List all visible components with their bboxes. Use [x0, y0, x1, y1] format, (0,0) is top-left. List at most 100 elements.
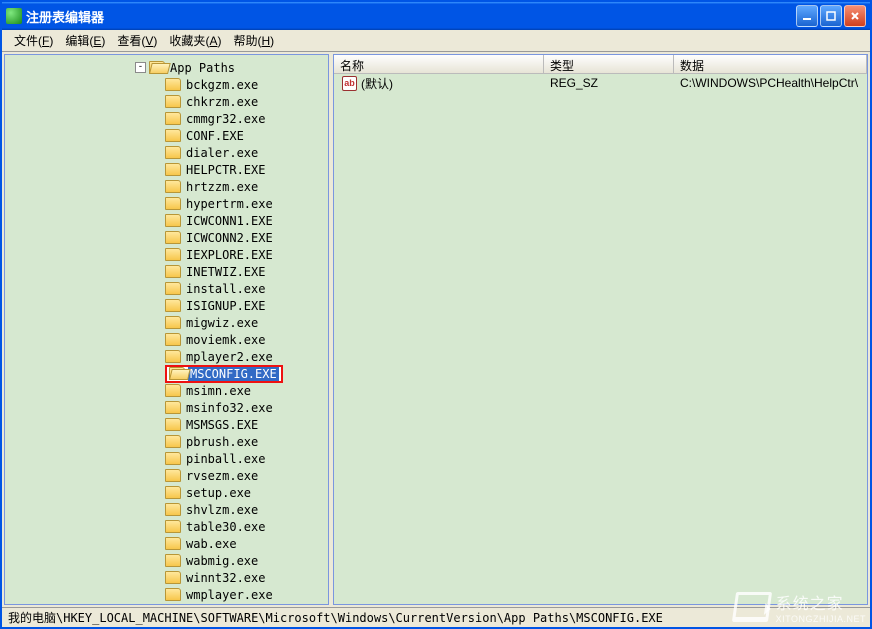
minimize-button[interactable] [796, 5, 818, 27]
tree-node[interactable]: pinball.exe [5, 450, 328, 467]
tree-label: wab.exe [184, 537, 239, 551]
tree-label: HELPCTR.EXE [184, 163, 267, 177]
folder-icon [165, 129, 181, 142]
tree-node[interactable]: chkrzm.exe [5, 93, 328, 110]
tree-node[interactable]: winnt32.exe [5, 569, 328, 586]
folder-icon [165, 95, 181, 108]
tree-label: ICWCONN1.EXE [184, 214, 275, 228]
tree-node[interactable]: ICWCONN2.EXE [5, 229, 328, 246]
tree-node[interactable]: hypertrm.exe [5, 195, 328, 212]
tree-label: msinfo32.exe [184, 401, 275, 415]
tree-label: rvsezm.exe [184, 469, 260, 483]
folder-icon [165, 537, 181, 550]
tree-node[interactable]: MSMSGS.EXE [5, 416, 328, 433]
folder-icon [165, 384, 181, 397]
menu-favorites[interactable]: 收藏夹(A) [163, 30, 227, 51]
collapse-icon[interactable]: - [135, 62, 146, 73]
tree-node[interactable]: CONF.EXE [5, 127, 328, 144]
folder-icon [165, 350, 181, 363]
tree-node[interactable]: INETWIZ.EXE [5, 263, 328, 280]
tree-label: install.exe [184, 282, 267, 296]
tree-node[interactable]: migwiz.exe [5, 314, 328, 331]
folder-icon [169, 367, 185, 380]
tree-node[interactable]: hrtzzm.exe [5, 178, 328, 195]
tree-node[interactable]: bckgzm.exe [5, 76, 328, 93]
tree-node[interactable]: IEXPLORE.EXE [5, 246, 328, 263]
tree-label: wmplayer.exe [184, 588, 275, 602]
tree-node-app-paths[interactable]: - App Paths [5, 59, 328, 76]
folder-icon [165, 299, 181, 312]
value-data: C:\WINDOWS\PCHealth\HelpCtr\ [674, 75, 867, 91]
folder-icon [165, 112, 181, 125]
tree-node[interactable]: msinfo32.exe [5, 399, 328, 416]
tree-node[interactable]: cmmgr32.exe [5, 110, 328, 127]
tree-label: table30.exe [184, 520, 267, 534]
tree-label: pbrush.exe [184, 435, 260, 449]
col-header-type[interactable]: 类型 [544, 55, 674, 73]
folder-icon [165, 554, 181, 567]
tree-node[interactable]: moviemk.exe [5, 331, 328, 348]
status-path: 我的电脑\HKEY_LOCAL_MACHINE\SOFTWARE\Microso… [8, 609, 663, 626]
list-pane[interactable]: 名称 类型 数据 ab(默认)REG_SZC:\WINDOWS\PCHealth… [333, 54, 868, 605]
folder-icon [165, 231, 181, 244]
tree-label: bckgzm.exe [184, 78, 260, 92]
tree-node[interactable]: install.exe [5, 280, 328, 297]
col-header-name[interactable]: 名称 [334, 55, 544, 73]
tree-label: INETWIZ.EXE [184, 265, 267, 279]
tree-node[interactable]: wab.exe [5, 535, 328, 552]
tree-label: migwiz.exe [184, 316, 260, 330]
folder-icon [165, 333, 181, 346]
app-icon [6, 8, 22, 24]
titlebar[interactable]: 注册表编辑器 [2, 2, 870, 30]
menubar: 文件(F) 编辑(E) 查看(V) 收藏夹(A) 帮助(H) [2, 30, 870, 52]
tree-label: hrtzzm.exe [184, 180, 260, 194]
folder-icon [165, 316, 181, 329]
close-button[interactable] [844, 5, 866, 27]
maximize-button[interactable] [820, 5, 842, 27]
tree-label: cmmgr32.exe [184, 112, 267, 126]
tree-label: App Paths [168, 61, 237, 75]
status-bar: 我的电脑\HKEY_LOCAL_MACHINE\SOFTWARE\Microso… [2, 607, 870, 627]
tree-label: wabmig.exe [184, 554, 260, 568]
tree-node[interactable]: msimn.exe [5, 382, 328, 399]
folder-icon [165, 571, 181, 584]
menu-edit[interactable]: 编辑(E) [59, 30, 111, 51]
tree-node[interactable]: shvlzm.exe [5, 501, 328, 518]
regedit-window: 注册表编辑器 文件(F) 编辑(E) 查看(V) 收藏夹(A) 帮助(H) - A… [0, 0, 872, 629]
tree-node[interactable]: ICWCONN1.EXE [5, 212, 328, 229]
tree-node[interactable]: dialer.exe [5, 144, 328, 161]
tree-label: winnt32.exe [184, 571, 267, 585]
menu-view[interactable]: 查看(V) [111, 30, 163, 51]
folder-icon [165, 265, 181, 278]
tree-node[interactable]: rvsezm.exe [5, 467, 328, 484]
tree-label: IEXPLORE.EXE [184, 248, 275, 262]
tree-pane[interactable]: - App Paths bckgzm.exe chkrzm.exe cmmgr32.ex… [4, 54, 329, 605]
tree-label: WORDPAD.EXE [184, 605, 267, 606]
tree-label: setup.exe [184, 486, 253, 500]
tree-node[interactable]: WORDPAD.EXE [5, 603, 328, 605]
tree-node[interactable]: ISIGNUP.EXE [5, 297, 328, 314]
tree-label: chkrzm.exe [184, 95, 260, 109]
tree-node[interactable]: HELPCTR.EXE [5, 161, 328, 178]
tree-node[interactable]: table30.exe [5, 518, 328, 535]
tree-node[interactable]: setup.exe [5, 484, 328, 501]
col-header-data[interactable]: 数据 [674, 55, 867, 73]
tree-node[interactable]: wmplayer.exe [5, 586, 328, 603]
tree-node[interactable]: pbrush.exe [5, 433, 328, 450]
tree-node[interactable]: MSCONFIG.EXE [5, 365, 328, 382]
list-body: ab(默认)REG_SZC:\WINDOWS\PCHealth\HelpCtr\ [334, 74, 867, 92]
menu-file[interactable]: 文件(F) [8, 30, 59, 51]
tree-node[interactable]: wabmig.exe [5, 552, 328, 569]
tree-label: shvlzm.exe [184, 503, 260, 517]
list-row[interactable]: ab(默认)REG_SZC:\WINDOWS\PCHealth\HelpCtr\ [334, 74, 867, 92]
value-name: (默认) [361, 75, 393, 92]
tree-node[interactable]: mplayer2.exe [5, 348, 328, 365]
menu-help[interactable]: 帮助(H) [227, 30, 280, 51]
tree-label: dialer.exe [184, 146, 260, 160]
tree-label: MSMSGS.EXE [184, 418, 260, 432]
tree-label: msimn.exe [184, 384, 253, 398]
folder-icon [165, 146, 181, 159]
folder-icon [165, 418, 181, 431]
folder-icon [165, 163, 181, 176]
folder-icon [165, 486, 181, 499]
